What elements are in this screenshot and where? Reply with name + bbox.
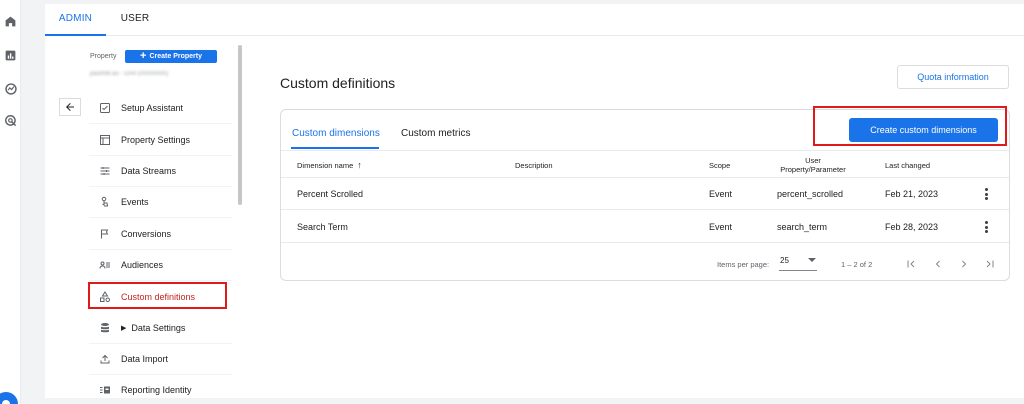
- back-arrow-icon[interactable]: [59, 98, 81, 116]
- nav-item-data-import[interactable]: Data Import: [89, 344, 232, 375]
- table-header: Dimension name ↑ Description Scope User …: [281, 150, 1009, 178]
- gutter: [21, 4, 45, 404]
- next-page-icon[interactable]: [957, 257, 971, 271]
- header-dimension-name[interactable]: Dimension name ↑: [297, 151, 362, 179]
- items-per-page-select[interactable]: 25: [779, 253, 817, 271]
- nav-item-data-settings[interactable]: ▶ Data Settings: [89, 313, 232, 344]
- data-streams-icon: [97, 163, 113, 179]
- flag-icon: [97, 226, 113, 242]
- cell-scope: Event: [709, 222, 733, 232]
- create-property-label: Create Property: [149, 53, 202, 60]
- upload-icon: [97, 351, 113, 367]
- header-scope: Scope: [709, 160, 731, 170]
- header-label: Dimension name: [297, 160, 354, 170]
- cell-last-changed: Feb 21, 2023: [885, 189, 939, 199]
- home-icon[interactable]: [3, 14, 18, 29]
- nav-scrollbar[interactable]: [238, 45, 242, 205]
- nav-item-reporting-identity[interactable]: Reporting Identity: [89, 375, 232, 404]
- first-page-icon[interactable]: [904, 257, 918, 271]
- settings-icon[interactable]: [0, 392, 18, 404]
- nav-item-events[interactable]: Events: [89, 187, 232, 218]
- audiences-icon: [97, 257, 113, 273]
- database-icon: [97, 320, 113, 336]
- property-settings-icon: [97, 132, 113, 148]
- nav-item-label: Conversions: [121, 229, 172, 239]
- nav-item-label: Property Settings: [121, 135, 191, 145]
- property-label: Property: [90, 53, 117, 60]
- cell-parameter: search_term: [777, 222, 828, 232]
- cell-scope: Event: [709, 189, 733, 199]
- bar-chart-icon[interactable]: [3, 48, 18, 63]
- tab-custom-metrics[interactable]: Custom metrics: [401, 128, 470, 139]
- property-account-name[interactable]: paulmill.au - GA4 (00000000): [90, 71, 192, 79]
- highlight-box-custom-definitions: [88, 282, 227, 309]
- sort-arrow-up-icon[interactable]: ↑: [357, 160, 362, 170]
- items-per-page-label: Items per page:: [717, 260, 770, 269]
- page-range: 1 – 2 of 2: [841, 260, 873, 269]
- header-last-changed: Last changed: [885, 160, 931, 170]
- active-tab-indicator: [291, 147, 379, 149]
- more-vert-icon[interactable]: [981, 219, 991, 235]
- nav-item-setup-assistant[interactable]: Setup Assistant: [89, 93, 232, 124]
- header-param-line2: Property/Parameter: [780, 165, 846, 174]
- cell-parameter: percent_scrolled: [777, 189, 844, 199]
- explore-icon[interactable]: [3, 81, 18, 96]
- touch-icon: [97, 194, 113, 210]
- header-description: Description: [515, 160, 553, 170]
- items-per-page-value: 25: [780, 256, 789, 265]
- tab-custom-dimensions[interactable]: Custom dimensions: [292, 128, 380, 139]
- cell-dimension-name: Percent Scrolled: [297, 189, 364, 199]
- nav-item-property-settings[interactable]: Property Settings: [89, 125, 232, 156]
- cell-last-changed: Feb 28, 2023: [885, 222, 939, 232]
- checkbox-icon: [97, 100, 113, 116]
- cell-dimension-name: Search Term: [297, 222, 348, 232]
- nav-item-label: Data Streams: [121, 166, 177, 176]
- create-property-button[interactable]: + Create Property: [125, 50, 217, 63]
- header-parameter: User Property/Parameter: [771, 151, 855, 179]
- nav-item-label: Events: [121, 197, 149, 207]
- nav-item-label: Data Import: [121, 354, 169, 364]
- tab-admin[interactable]: ADMIN: [45, 4, 106, 36]
- admin-user-tabs: ADMIN USER: [45, 4, 1024, 36]
- nav-item-data-streams[interactable]: Data Streams: [89, 156, 232, 187]
- nav-item-label: Audiences: [121, 260, 164, 270]
- expand-caret-icon[interactable]: ▶: [121, 324, 126, 332]
- nav-item-audiences[interactable]: Audiences: [89, 250, 232, 281]
- plus-icon: +: [140, 50, 147, 62]
- nav-item-label: Data Settings: [131, 323, 186, 333]
- table-row[interactable]: Percent Scrolled Event percent_scrolled …: [281, 178, 1009, 210]
- header-param-line1: User: [805, 156, 821, 165]
- reporting-identity-icon: [97, 382, 113, 398]
- table-row[interactable]: Search Term Event search_term Feb 28, 20…: [281, 211, 1009, 243]
- tab-user[interactable]: USER: [115, 4, 155, 36]
- dropdown-arrow-icon: [808, 258, 816, 262]
- property-nav-panel: Property + Create Property paulmill.au -…: [45, 37, 245, 398]
- more-vert-icon[interactable]: [981, 186, 991, 202]
- nav-item-conversions[interactable]: Conversions: [89, 219, 232, 250]
- paginator: Items per page: 25 1 – 2 of 2: [281, 251, 1009, 279]
- nav-item-label: Setup Assistant: [121, 103, 184, 113]
- last-page-icon[interactable]: [983, 257, 997, 271]
- quota-information-button[interactable]: Quota information: [897, 65, 1009, 89]
- left-rail: [0, 0, 21, 404]
- highlight-box-create-button: [813, 106, 1007, 146]
- advertising-icon[interactable]: [3, 113, 18, 128]
- page-title: Custom definitions: [280, 75, 396, 91]
- nav-item-label: Reporting Identity: [121, 385, 192, 395]
- previous-page-icon[interactable]: [931, 257, 945, 271]
